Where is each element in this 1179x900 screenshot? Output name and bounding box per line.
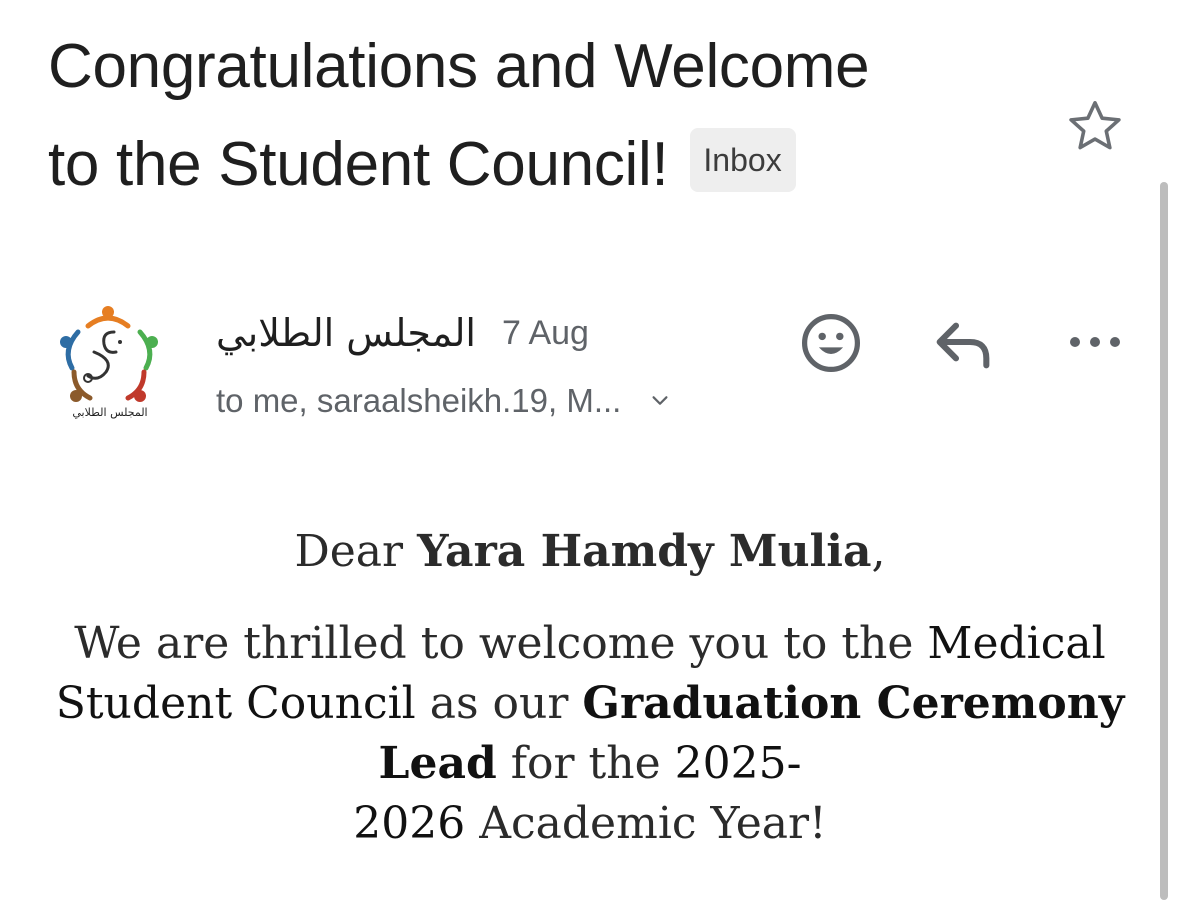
subject-line-2: to the Student Council! [48,130,669,199]
reply-arrow-icon [936,322,990,369]
add-reaction-button[interactable] [798,310,864,376]
subject-line-1: Congratulations and Welcome [48,32,870,101]
recipients-text: to me, saraalsheikh.19, M... [216,382,622,419]
message-body: Dear Yara Hamdy Mulia, We are thrilled t… [40,520,1140,854]
p1-text-d: Academic Year! [465,798,827,849]
greeting-suffix: , [871,526,886,577]
scrollbar[interactable] [1160,182,1168,900]
welcome-paragraph: We are thrilled to welcome you to the Me… [50,614,1130,854]
inbox-label-chip[interactable]: Inbox [690,128,796,192]
more-horizontal-icon [1070,337,1120,347]
email-subject: Congratulations and Welcome to the Stude… [48,18,1048,214]
greeting: Dear Yara Hamdy Mulia, [40,520,1140,584]
student-council-logo: المجلس الطلابي [60,306,158,419]
recipient-name: Yara Hamdy Mulia [417,526,872,577]
sender-avatar[interactable]: المجلس الطلابي [54,302,166,420]
recipients-toggle[interactable]: to me, saraalsheikh.19, M... [216,376,671,426]
more-options-button[interactable] [1064,318,1126,366]
star-button[interactable] [1062,94,1128,160]
sender-name[interactable]: المجلس الطلابي [216,311,476,355]
p1-text-c: for the [496,738,675,789]
chevron-down-icon[interactable] [649,390,671,412]
p1-text-b: as our [415,678,583,729]
sender-row: المجلس الطلابي 7 Aug [216,306,589,360]
reply-button[interactable] [930,314,996,370]
subject-line-2-wrap: to the Student Council! Inbox [48,116,1048,214]
svg-text:المجلس الطلابي: المجلس الطلابي [72,406,147,419]
greeting-prefix: Dear [294,526,418,577]
year-start: 2025- [674,738,802,789]
sent-date: 7 Aug [501,313,589,352]
emoji-reaction-icon [801,313,861,373]
p1-text-a: We are thrilled to welcome you to the [74,618,928,669]
star-outline-icon [1069,101,1121,150]
year-end: 2026 [353,798,466,849]
